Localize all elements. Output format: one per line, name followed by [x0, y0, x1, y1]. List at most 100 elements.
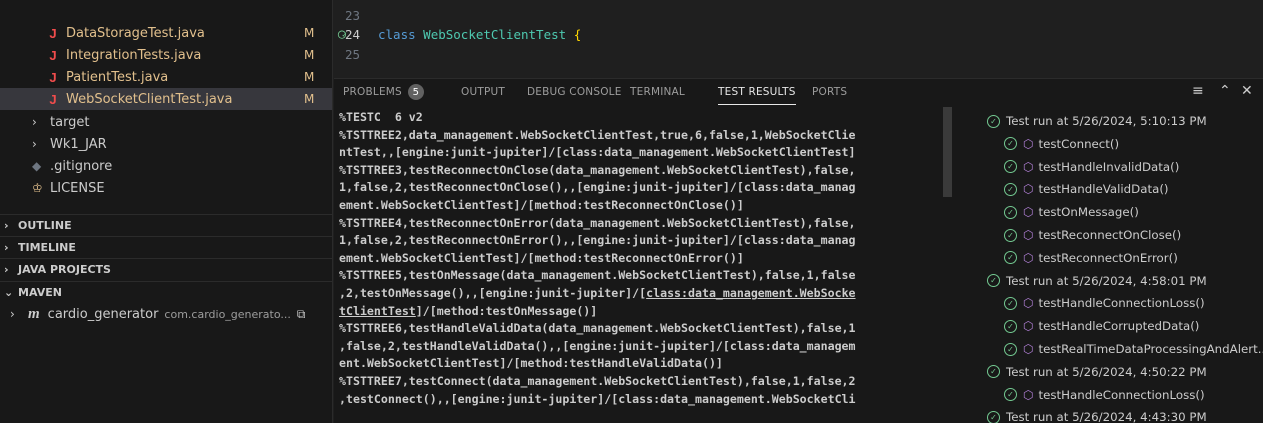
gitignore-icon: ◆ [32, 159, 42, 173]
test-output-log[interactable]: %TESTC 6 v2 %TSTTREE2,data_management.We… [339, 109, 937, 423]
test-method-icon: ⬡ [1023, 136, 1034, 151]
maven-project-row[interactable]: › m cardio_generator com.cardio_generato… [0, 303, 332, 325]
tab-output[interactable]: OUTPUT [461, 79, 505, 105]
bottom-panel: PROBLEMS 5 OUTPUT DEBUG CONSOLE TERMINAL… [334, 78, 1263, 423]
tab-label: DEBUG CONSOLE [527, 86, 622, 98]
pass-check-icon: ✓ [1004, 319, 1017, 333]
explorer-file-row[interactable]: J PatientTest.java M [0, 66, 332, 88]
tab-label: PORTS [812, 86, 848, 98]
chevron-right-icon: › [32, 115, 37, 129]
test-case-row[interactable]: ✓ ⬡ testHandleConnectionLoss() [1004, 384, 1205, 406]
problems-count-badge: 5 [407, 84, 424, 100]
section-outline[interactable]: › OUTLINE [0, 214, 332, 236]
chevron-up-icon[interactable]: ⌃ [1219, 83, 1231, 99]
test-case-row[interactable]: ✓ ⬡ testReconnectOnError() [1004, 247, 1178, 269]
log-text: ,2,testOnMessage(),,[engine:junit-jupite… [339, 285, 647, 300]
section-java-projects[interactable]: › JAVA PROJECTS [0, 258, 332, 280]
copy-icon[interactable]: ⧉ [297, 307, 306, 322]
test-case-row[interactable]: ✓ ⬡ testRealTimeDataProcessingAndAlert... [1004, 338, 1263, 360]
chevron-right-icon: › [4, 241, 9, 254]
file-label: IntegrationTests.java [66, 47, 202, 63]
explorer-file-row-selected[interactable]: J WebSocketClientTest.java M [0, 88, 332, 110]
modified-badge: M [304, 26, 315, 40]
code-editor[interactable]: 23 ◯ ✓ 24 class WebSocketClientTest { 25 [334, 0, 1263, 78]
panel-tabs: PROBLEMS 5 OUTPUT DEBUG CONSOLE TERMINAL… [334, 79, 1263, 105]
java-file-icon: J [49, 25, 57, 41]
modified-badge: M [304, 92, 315, 106]
test-method-icon: ⬡ [1023, 319, 1034, 334]
modified-badge: M [304, 70, 315, 84]
output-scrollbar[interactable] [943, 107, 952, 197]
log-line: %TSTTREE6,testHandleValidData(data_manag… [339, 321, 856, 336]
keyword-class: class [378, 26, 416, 42]
test-case-label: testHandleConnectionLoss() [1038, 296, 1205, 311]
test-run-row[interactable]: ✓ Test run at 5/26/2024, 4:58:01 PM [987, 270, 1207, 292]
java-file-icon: J [49, 69, 57, 85]
explorer-file-row[interactable]: J IntegrationTests.java M [0, 44, 332, 66]
test-case-row[interactable]: ✓ ⬡ testOnMessage() [1004, 201, 1139, 223]
test-case-row[interactable]: ✓ ⬡ testReconnectOnClose() [1004, 224, 1181, 246]
log-line: %TESTC 6 v2 [339, 110, 423, 124]
tab-debug-console[interactable]: DEBUG CONSOLE [527, 79, 622, 105]
test-run-label: Test run at 5/26/2024, 4:50:22 PM [1006, 364, 1207, 379]
log-link[interactable]: class:data_management.WebSocke [646, 286, 855, 300]
modified-badge: M [304, 48, 315, 62]
log-line: tClientTest]/[method:testOnMessage()] [339, 303, 937, 321]
log-line: %TSTTREE3,testReconnectOnClose(data_mana… [339, 162, 856, 177]
tab-test-results[interactable]: TEST RESULTS [718, 79, 796, 105]
pass-check-icon: ✓ [1004, 342, 1017, 356]
test-run-row[interactable]: ✓ Test run at 5/26/2024, 4:43:30 PM [987, 406, 1207, 423]
test-case-row[interactable]: ✓ ⬡ testHandleInvalidData() [1004, 156, 1179, 178]
test-run-label: Test run at 5/26/2024, 5:10:13 PM [1006, 114, 1207, 128]
explorer-folder-target[interactable]: › target [0, 111, 332, 133]
explorer-file-row[interactable]: J DataStorageTest.java M [0, 22, 332, 44]
test-case-row[interactable]: ✓ ⬡ testHandleValidData() [1004, 178, 1169, 200]
pass-check-icon: ✓ [1004, 160, 1017, 174]
chevron-right-icon: › [10, 307, 15, 321]
test-case-row[interactable]: ✓ ⬡ testHandleCorruptedData() [1004, 315, 1199, 337]
test-method-icon: ⬡ [1023, 182, 1034, 197]
code-line: ◯ ✓ 24 class WebSocketClientTest { [334, 24, 581, 44]
section-maven[interactable]: ⌄ MAVEN [0, 281, 332, 303]
log-line: 1,false,2,testReconnectOnClose(),,[engin… [339, 180, 856, 195]
test-pass-check-icon: ✓ [342, 29, 347, 39]
java-file-icon: J [49, 47, 57, 63]
log-line: ement.WebSocketClientTest]/[method:testR… [339, 250, 744, 265]
section-timeline[interactable]: › TIMELINE [0, 236, 332, 258]
test-run-label: Test run at 5/26/2024, 4:43:30 PM [1006, 410, 1207, 423]
test-method-icon: ⬡ [1023, 159, 1034, 174]
test-case-row[interactable]: ✓ ⬡ testHandleConnectionLoss() [1004, 292, 1205, 314]
maven-icon: m [28, 305, 40, 322]
log-line: ,2,testOnMessage(),,[engine:junit-jupite… [339, 285, 937, 303]
line-number: 23 [344, 7, 360, 23]
test-case-row[interactable]: ✓ ⬡ testConnect() [1004, 133, 1119, 155]
explorer-file-gitignore[interactable]: ◆ .gitignore [0, 155, 332, 177]
test-method-icon: ⬡ [1023, 250, 1034, 265]
log-line: %TSTTREE2,data_management.WebSocketClien… [339, 127, 856, 142]
close-icon[interactable]: ✕ [1241, 83, 1253, 99]
explorer-folder-wk1-jar[interactable]: › Wk1_JAR [0, 133, 332, 155]
tab-ports[interactable]: PORTS [812, 79, 847, 105]
explorer-sidebar: J DataStorageTest.java M J IntegrationTe… [0, 0, 333, 423]
filter-list-icon[interactable]: ≡ [1192, 83, 1204, 99]
tab-label: OUTPUT [461, 86, 505, 98]
log-line: %TSTTREE7,testConnect(data_management.We… [339, 373, 856, 388]
log-link[interactable]: tClientTest [339, 304, 416, 318]
test-case-label: testRealTimeDataProcessingAndAlert... [1038, 342, 1263, 356]
test-case-label: testOnMessage() [1038, 205, 1139, 220]
test-results-tree: ✓ Test run at 5/26/2024, 5:10:13 PM ✓ ⬡ test… [984, 107, 1263, 423]
test-run-row[interactable]: ✓ Test run at 5/26/2024, 5:10:13 PM [987, 110, 1207, 132]
test-run-row[interactable]: ✓ Test run at 5/26/2024, 4:50:22 PM [987, 361, 1207, 383]
tab-terminal[interactable]: TERMINAL [630, 79, 685, 105]
explorer-file-license[interactable]: ♔ LICENSE [0, 177, 332, 199]
tab-label: TEST RESULTS [718, 85, 796, 98]
code-line: 25 [334, 44, 378, 64]
pass-check-icon: ✓ [1004, 205, 1017, 219]
folder-label: target [50, 114, 90, 130]
test-case-label: testHandleValidData() [1038, 182, 1169, 197]
log-line: %TSTTREE5,testOnMessage(data_management.… [339, 268, 856, 283]
chevron-right-icon: › [4, 263, 9, 276]
tab-problems[interactable]: PROBLEMS 5 [343, 79, 424, 105]
test-case-label: testHandleConnectionLoss() [1038, 387, 1205, 402]
tab-label: PROBLEMS [343, 86, 402, 98]
